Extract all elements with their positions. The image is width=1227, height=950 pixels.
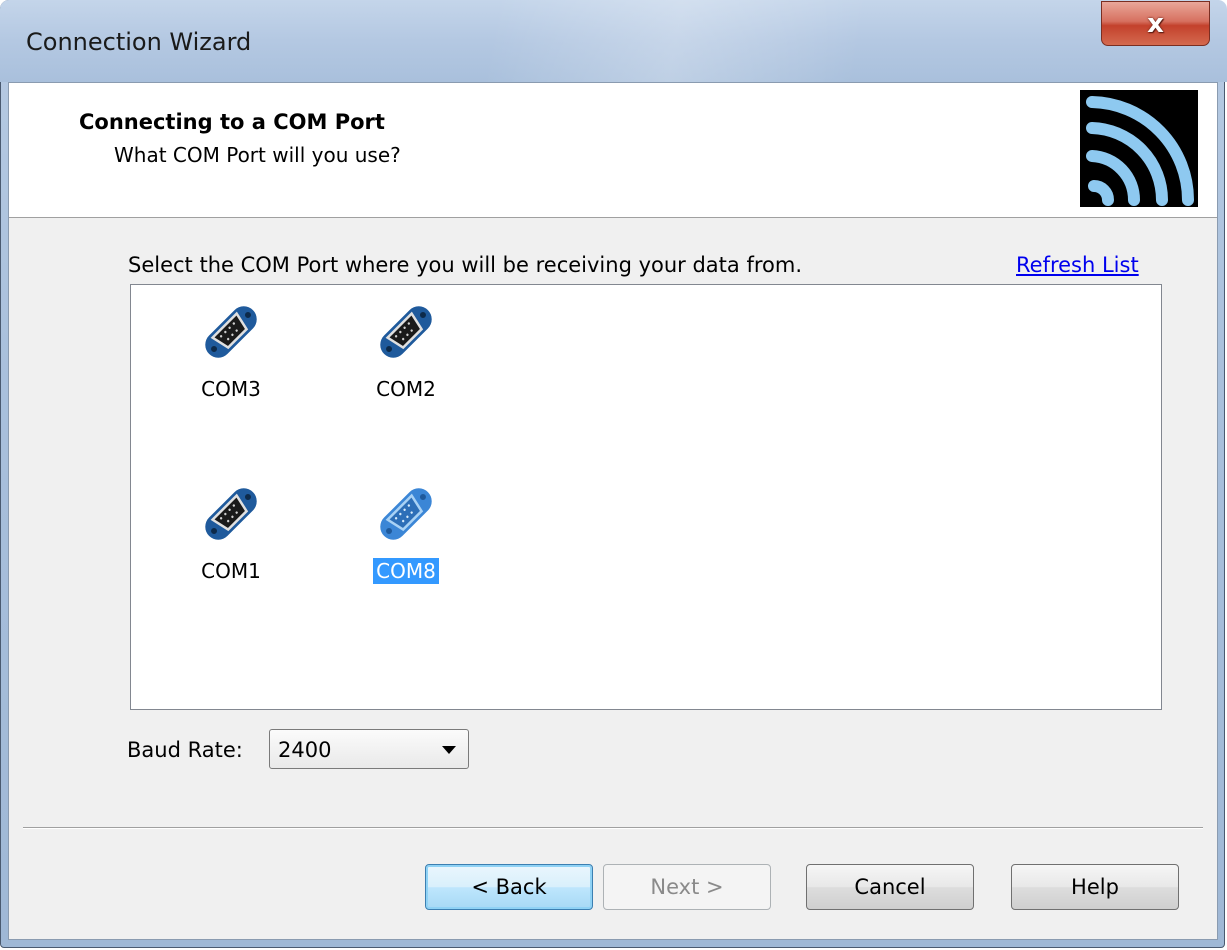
port-label: COM8 [346, 558, 466, 584]
title-bar[interactable]: Connection Wizard x [0, 0, 1227, 82]
wizard-client-area: Connecting to a COM Port What COM Port w… [8, 82, 1218, 940]
chevron-down-icon [442, 746, 456, 754]
close-icon: x [1147, 8, 1164, 39]
com-port-list[interactable]: COM3 COM2 COM1 COM8 [130, 284, 1162, 710]
wizard-header: Connecting to a COM Port What COM Port w… [9, 83, 1217, 218]
serial-port-icon [198, 299, 264, 365]
list-item-com8[interactable]: COM8 [346, 481, 466, 621]
baud-rate-label: Baud Rate: [127, 738, 243, 762]
next-button[interactable]: Next > [603, 864, 771, 910]
list-item-com1[interactable]: COM1 [171, 481, 291, 621]
help-button[interactable]: Help [1011, 864, 1179, 910]
close-button[interactable]: x [1101, 1, 1210, 46]
page-subtitle: What COM Port will you use? [114, 143, 401, 167]
serial-port-icon [198, 481, 264, 547]
baud-rate-dropdown[interactable]: 2400 [269, 729, 469, 769]
list-item-com3[interactable]: COM3 [171, 299, 291, 439]
serial-port-icon [373, 299, 439, 365]
serial-port-icon [373, 481, 439, 547]
port-label: COM3 [201, 377, 261, 401]
instruction-text: Select the COM Port where you will be re… [128, 253, 802, 277]
page-title: Connecting to a COM Port [79, 110, 385, 134]
cancel-button[interactable]: Cancel [806, 864, 974, 910]
port-label: COM1 [201, 559, 261, 583]
port-label: COM2 [376, 377, 436, 401]
divider [23, 827, 1203, 829]
refresh-list-link[interactable]: Refresh List [1016, 253, 1139, 277]
back-button[interactable]: < Back [425, 864, 593, 910]
list-item-com2[interactable]: COM2 [346, 299, 466, 439]
window-title: Connection Wizard [26, 28, 252, 56]
signal-logo-icon [1080, 90, 1198, 207]
baud-rate-value: 2400 [278, 738, 332, 762]
